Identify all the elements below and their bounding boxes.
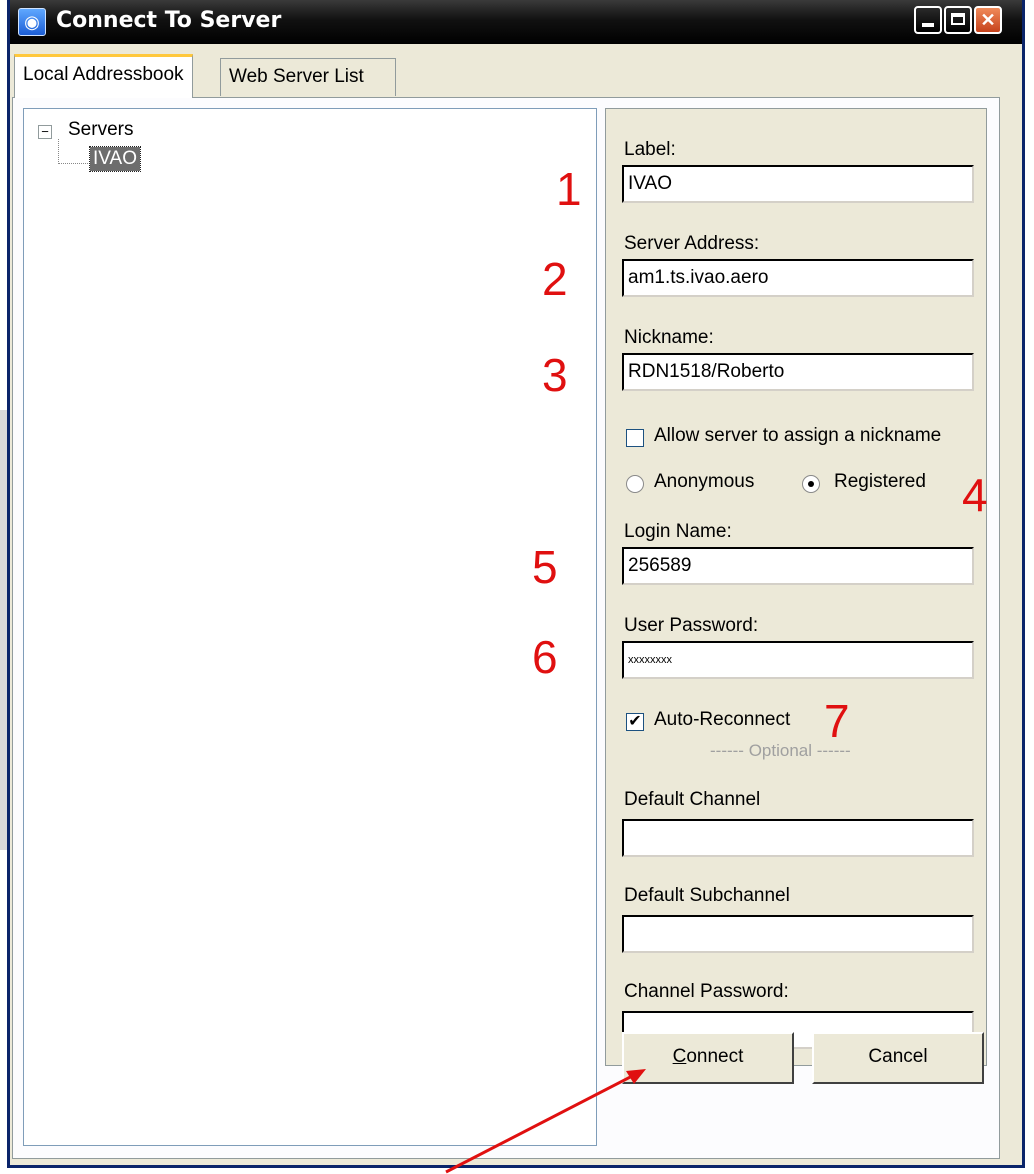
nickname-caption: Nickname:	[624, 327, 714, 348]
channel-password-caption: Channel Password:	[624, 981, 789, 1002]
anonymous-radio[interactable]	[626, 475, 644, 493]
tab-panel: − Servers IVAO Label: Server Address: Ni…	[12, 97, 1000, 1159]
annotation-7: 7	[824, 695, 850, 747]
auto-reconnect-checkbox[interactable]: ✔	[626, 713, 644, 731]
connect-label: onnect	[686, 1046, 744, 1067]
nickname-field[interactable]	[622, 353, 974, 391]
connect-accesskey: C	[672, 1046, 687, 1067]
default-channel-caption: Default Channel	[624, 789, 761, 810]
tree-item-ivao[interactable]: IVAO	[89, 146, 141, 172]
registered-label: Registered	[834, 471, 926, 492]
annotation-4: 4	[962, 469, 988, 521]
close-button[interactable]: ✕	[974, 6, 1002, 34]
server-address-caption: Server Address:	[624, 233, 760, 254]
tab-web-server-list[interactable]: Web Server List	[220, 58, 396, 96]
anonymous-label: Anonymous	[654, 471, 755, 492]
minimize-icon	[922, 23, 934, 27]
default-subchannel-caption: Default Subchannel	[624, 885, 790, 906]
annotation-2: 2	[542, 253, 568, 305]
tree-connector	[58, 139, 59, 164]
minimize-button[interactable]	[914, 6, 942, 34]
cancel-button[interactable]: Cancel	[812, 1032, 984, 1084]
maximize-button[interactable]	[944, 6, 972, 34]
server-address-field[interactable]	[622, 259, 974, 297]
login-name-caption: Login Name:	[624, 521, 732, 542]
close-icon: ✕	[980, 10, 996, 30]
user-password-caption: User Password:	[624, 615, 759, 636]
connect-button[interactable]: Connect	[622, 1032, 794, 1084]
collapse-icon[interactable]: −	[38, 125, 52, 139]
annotation-3: 3	[542, 349, 568, 401]
label-field[interactable]	[622, 165, 974, 203]
allow-assign-nickname-label: Allow server to assign a nickname	[654, 425, 942, 446]
allow-assign-nickname-checkbox[interactable]	[626, 429, 644, 447]
default-channel-field[interactable]	[622, 819, 974, 857]
title-bar[interactable]: ◉ Connect To Server ✕	[10, 0, 1022, 44]
tree-connector	[58, 163, 88, 164]
annotation-6: 6	[532, 631, 558, 683]
maximize-icon	[951, 13, 965, 25]
login-name-field[interactable]	[622, 547, 974, 585]
server-settings-form: Label: Server Address: Nickname: Allow s…	[605, 108, 987, 1066]
window-title: Connect To Server	[56, 8, 282, 33]
auto-reconnect-label: Auto-Reconnect	[654, 709, 791, 730]
background-stripe	[0, 410, 7, 850]
user-password-field[interactable]	[622, 641, 974, 679]
tab-local-addressbook[interactable]: Local Addressbook	[14, 54, 193, 98]
label-caption: Label:	[624, 139, 676, 160]
tree-root-servers[interactable]: Servers	[68, 119, 133, 141]
annotation-1: 1	[556, 163, 582, 215]
annotation-5: 5	[532, 541, 558, 593]
registered-radio[interactable]	[802, 475, 820, 493]
headset-icon: ◉	[18, 8, 46, 36]
default-subchannel-field[interactable]	[622, 915, 974, 953]
server-tree[interactable]: − Servers IVAO	[23, 108, 597, 1146]
